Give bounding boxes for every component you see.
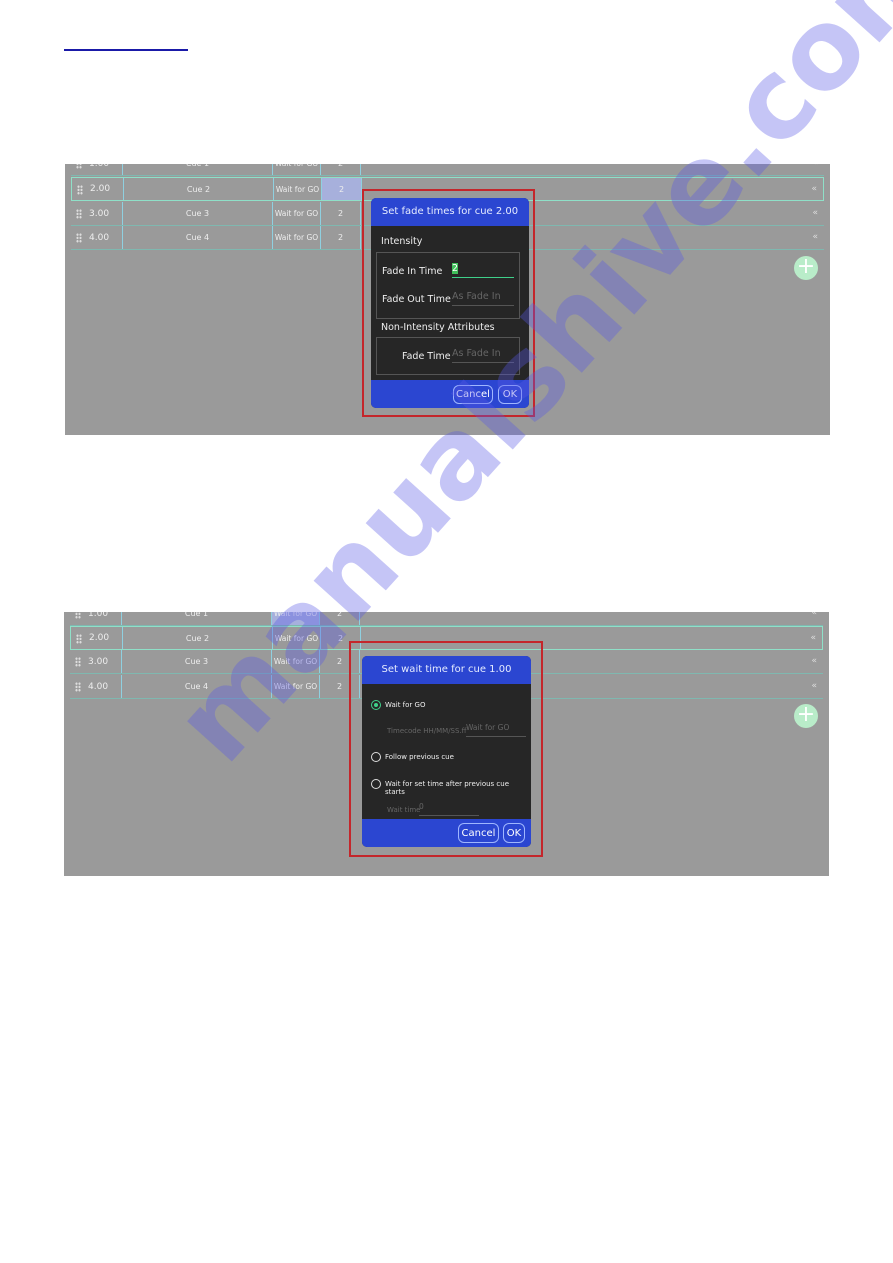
wait-time-label: Wait time: [387, 806, 421, 814]
ok-button[interactable]: OK: [503, 823, 525, 843]
screenshot-wait-time: 1.00 Cue 1 Wait for GO 2 « 2.00 Cue 2 Wa…: [64, 612, 829, 876]
timecode-input[interactable]: Wait for GO: [466, 723, 526, 737]
cue-fade[interactable]: 2: [321, 226, 361, 249]
back-chevron-icon[interactable]: «: [812, 164, 818, 168]
cue-number: 3.00: [71, 202, 123, 225]
cue-wait[interactable]: Wait for GO: [273, 202, 321, 225]
back-chevron-icon[interactable]: «: [812, 232, 818, 242]
cancel-button[interactable]: Cancel: [458, 823, 499, 843]
cue-fade[interactable]: 2: [321, 202, 361, 225]
back-chevron-icon[interactable]: «: [812, 208, 818, 218]
dialog-title: Set fade times for cue 2.00: [371, 198, 529, 226]
cue-fade[interactable]: 2: [322, 178, 362, 200]
fade-out-label: Fade Out Time: [382, 294, 451, 305]
table-row[interactable]: 1.00 Cue 1 Wait for GO 2 «: [70, 612, 823, 626]
option-label: Follow previous cue: [385, 753, 454, 761]
back-chevron-icon[interactable]: «: [811, 656, 817, 666]
cue-number: 2.00: [72, 178, 124, 200]
add-cue-button[interactable]: +: [794, 704, 818, 728]
cue-name: Cue 3: [123, 202, 273, 225]
add-cue-button[interactable]: +: [794, 256, 818, 280]
timecode-label: Timecode HH/MM/SS.ff: [387, 727, 467, 735]
cue-wait[interactable]: Wait for GO: [274, 178, 322, 200]
cue-number: 4.00: [70, 675, 122, 698]
cue-name: Cue 4: [123, 226, 273, 249]
radio-follow-previous[interactable]: [371, 752, 381, 762]
option-label: Wait for GO: [385, 701, 426, 709]
cue-wait[interactable]: Wait for GO: [273, 164, 321, 175]
dialog-footer: Cancel OK: [362, 819, 531, 847]
option-label: Wait for set time after previous cue sta…: [385, 780, 510, 796]
intensity-label: Intensity: [381, 236, 423, 247]
cue-name: Cue 2: [124, 178, 274, 200]
non-intensity-label: Non-Intensity Attributes: [381, 322, 495, 333]
back-chevron-icon[interactable]: «: [810, 633, 816, 643]
back-chevron-icon[interactable]: «: [811, 612, 817, 618]
dialog-title: Set wait time for cue 1.00: [362, 656, 531, 684]
cue-number: 4.00: [71, 226, 123, 249]
cue-fade[interactable]: 2: [321, 164, 361, 175]
cue-number: 2.00: [71, 627, 123, 649]
wait-time-dialog: Set wait time for cue 1.00 Wait for GO T…: [362, 656, 531, 847]
cue-number: 3.00: [70, 650, 122, 673]
cue-number: 1.00: [71, 164, 123, 175]
fade-in-label: Fade In Time: [382, 266, 443, 277]
fade-out-input[interactable]: As Fade In: [452, 291, 514, 306]
page-link-underline[interactable]: [64, 49, 188, 51]
back-chevron-icon[interactable]: «: [811, 184, 817, 194]
cue-wait[interactable]: Wait for GO: [273, 226, 321, 249]
back-chevron-icon[interactable]: «: [811, 681, 817, 691]
wait-time-input[interactable]: 0: [419, 802, 479, 816]
radio-wait-for-go[interactable]: [371, 700, 381, 710]
cue-number: 1.00: [70, 612, 122, 625]
fade-time-label: Fade Time: [402, 351, 451, 362]
fade-in-input[interactable]: 2: [452, 263, 514, 278]
cue-name: Cue 1: [123, 164, 273, 175]
radio-wait-set-time[interactable]: [371, 779, 381, 789]
